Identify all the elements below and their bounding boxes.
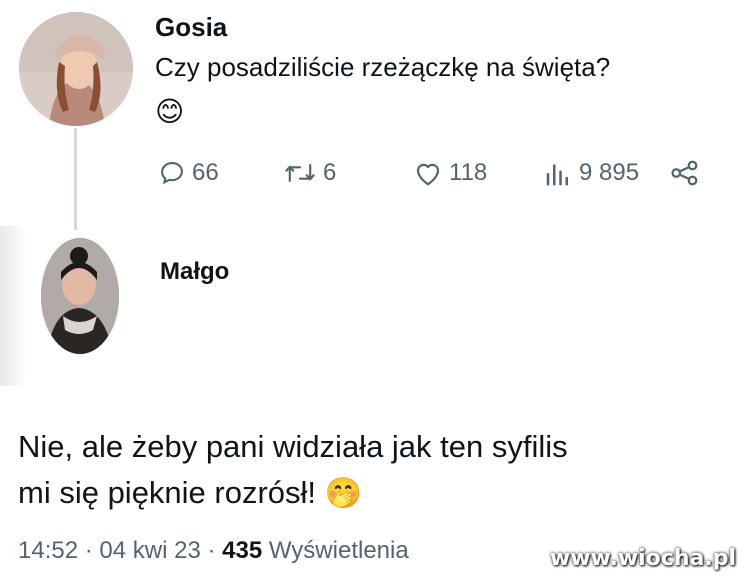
avatar-gosia[interactable] [19,12,133,126]
tweet-text: Czy posadziliście rzeżączkę na święta? [155,50,735,84]
meta-separator: · [207,537,216,564]
tweet-text-content: Czy posadziliście rzeżączkę na święta? [155,52,611,82]
thread-line [74,128,77,230]
reply-emoji: 🤭 [324,477,363,510]
reply-text: Nie, ale żeby pani widziała jak ten syfi… [18,424,738,517]
views-action[interactable]: 9 895 [543,158,639,188]
reply-count: 66 [192,159,219,186]
share-icon [671,160,698,186]
meta-separator: · [84,537,93,564]
views-count: 9 895 [579,159,640,186]
reply-action[interactable]: 66 [158,158,219,188]
avatar-gosia-image [19,12,133,126]
like-count: 118 [449,159,488,186]
like-action[interactable]: 118 [413,158,487,188]
watermark: www.wiocha.pl [549,546,736,571]
reply-text-line2-row: mi się pięknie rozrósł! 🤭 [18,470,738,517]
tweet-author-name[interactable]: Gosia [155,12,227,43]
reply-author-name[interactable]: Małgo [160,258,229,286]
reply-meta: 14:52 · 04 kwi 23 · 435 Wyświetlenia [18,537,409,565]
avatar-malgo[interactable] [41,238,119,354]
tweet-emoji: 😊 [155,96,185,127]
reply-text-line1: Nie, ale żeby pani widziała jak ten syfi… [18,429,568,464]
reply-views-label: Wyświetlenia [268,537,409,564]
retweet-action[interactable]: 6 [283,158,336,188]
reply-text-line2: mi się pięknie rozrósł! [18,475,317,510]
reply-date[interactable]: 04 kwi 23 [99,537,200,564]
reply-time[interactable]: 14:52 [18,537,78,564]
views-icon [546,164,568,186]
reply-icon [161,162,183,185]
avatar-malgo-image [41,238,119,354]
reply-views-count: 435 [222,537,263,564]
like-icon [416,163,440,186]
image-edge-blur [0,226,26,386]
share-action[interactable] [670,158,700,188]
retweet-icon [285,163,315,183]
retweet-count: 6 [323,159,337,186]
